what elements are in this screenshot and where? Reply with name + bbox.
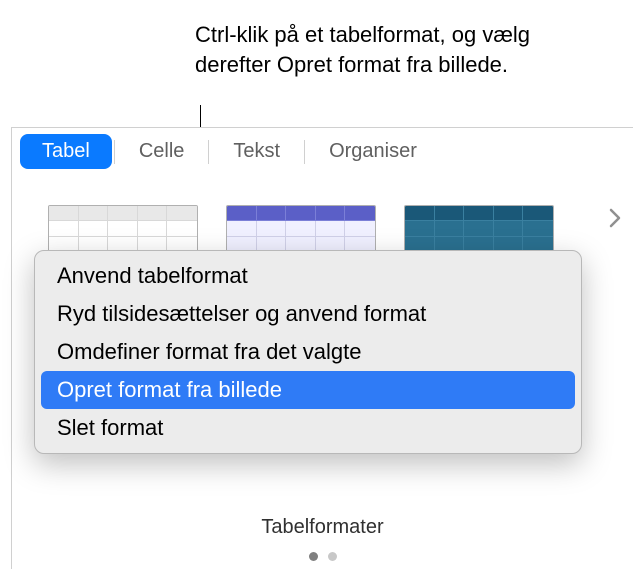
menu-item-delete-style[interactable]: Slet format [35,409,581,447]
tab-organize[interactable]: Organiser [307,134,439,169]
menu-item-apply-style[interactable]: Anvend tabelformat [35,257,581,295]
menu-item-create-from-image[interactable]: Opret format fra billede [41,371,575,409]
table-style-3[interactable] [404,205,554,253]
table-style-1[interactable] [48,205,198,253]
tab-divider [114,140,115,164]
tab-cell[interactable]: Celle [117,134,207,169]
callout-text: Ctrl-klik på et tabelformat, og vælg der… [195,20,575,79]
tab-bar: Tabel Celle Tekst Organiser [12,128,633,175]
context-menu: Anvend tabelformat Ryd tilsidesættelser … [34,250,582,454]
page-dot-1[interactable] [309,552,318,561]
page-indicator[interactable] [12,552,633,561]
tab-table[interactable]: Tabel [20,134,112,169]
tab-divider [304,140,305,164]
tab-divider [208,140,209,164]
style-thumbnails [48,205,597,253]
chevron-right-icon[interactable] [609,203,621,235]
page-dot-2[interactable] [328,552,337,561]
table-style-2[interactable] [226,205,376,253]
menu-item-redefine-style[interactable]: Omdefiner format fra det valgte [35,333,581,371]
tab-text[interactable]: Tekst [211,134,302,169]
menu-item-clear-overrides[interactable]: Ryd tilsidesættelser og anvend format [35,295,581,333]
styles-footer-label: Tabelformater [12,516,633,539]
